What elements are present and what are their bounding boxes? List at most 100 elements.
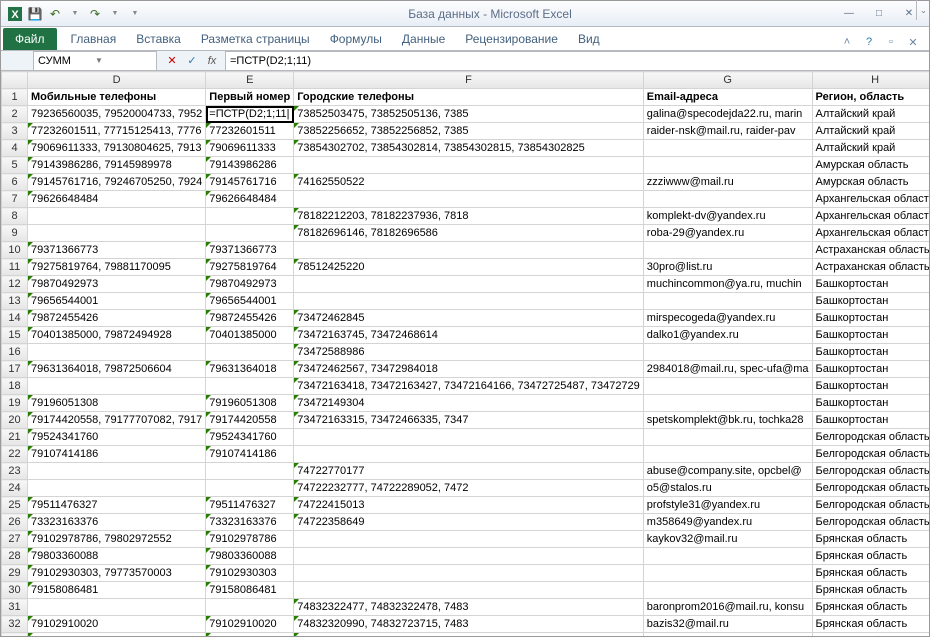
cell[interactable]: profstyle31@yandex.ru: [643, 497, 812, 514]
cell[interactable]: 73472163315, 73472466335, 7347: [294, 412, 644, 429]
row-header[interactable]: 25: [2, 497, 28, 514]
column-header[interactable]: E: [206, 72, 294, 89]
cell[interactable]: 79102930303: [206, 565, 294, 582]
cell[interactable]: spetskomplekt@bk.ru, tochka28: [643, 412, 812, 429]
cell[interactable]: Архангельская область: [812, 208, 929, 225]
cell[interactable]: 79158086481: [206, 582, 294, 599]
cell[interactable]: Белгородская область: [812, 446, 929, 463]
undo-dropdown-icon[interactable]: ▼: [67, 6, 83, 22]
cell[interactable]: Амурская область: [812, 157, 929, 174]
cell[interactable]: 79275819764: [206, 259, 294, 276]
cell[interactable]: 74722232777, 74722289052, 7472: [294, 480, 644, 497]
select-all-cell[interactable]: [2, 72, 28, 89]
cell[interactable]: 74162550522: [294, 174, 644, 191]
cell[interactable]: 73472163418, 73472163427, 73472164166, 7…: [294, 378, 644, 395]
cell[interactable]: [643, 293, 812, 310]
formula-expand-icon[interactable]: ⌄: [916, 0, 930, 20]
row-header[interactable]: 32: [2, 616, 28, 633]
row-header[interactable]: 5: [2, 157, 28, 174]
undo-icon[interactable]: ↶: [47, 6, 63, 22]
cell[interactable]: 79145761716, 79246705250, 7924: [28, 174, 206, 191]
cell[interactable]: 74722358649: [294, 514, 644, 531]
cell[interactable]: [643, 140, 812, 157]
cell[interactable]: Брянская область: [812, 565, 929, 582]
cell[interactable]: 73854302702, 73854302814, 73854302815, 7…: [294, 140, 644, 157]
cell[interactable]: Башкортостан: [812, 276, 929, 293]
row-header[interactable]: 20: [2, 412, 28, 429]
cell[interactable]: 73852256652, 73852256852, 7385: [294, 123, 644, 140]
cell[interactable]: [28, 480, 206, 497]
cell[interactable]: abuse@company.site, opcbel@: [643, 463, 812, 480]
save-icon[interactable]: 💾: [27, 6, 43, 22]
cell[interactable]: [206, 378, 294, 395]
cell[interactable]: Астраханская область: [812, 259, 929, 276]
cell[interactable]: 79069611333: [206, 140, 294, 157]
row-header[interactable]: 8: [2, 208, 28, 225]
cell[interactable]: 79107414186: [28, 446, 206, 463]
cell[interactable]: Брянская область: [812, 548, 929, 565]
help-icon[interactable]: ?: [861, 34, 877, 50]
formula-cancel-button[interactable]: ✕: [163, 52, 181, 70]
cell[interactable]: 73472462845: [294, 310, 644, 327]
cell[interactable]: 79236560035, 79520004733, 7952: [28, 106, 206, 123]
cell[interactable]: [643, 242, 812, 259]
cell[interactable]: 77232601511, 77715125413, 7776: [28, 123, 206, 140]
row-header[interactable]: 6: [2, 174, 28, 191]
cell[interactable]: Башкортостан: [812, 395, 929, 412]
worksheet-grid[interactable]: DEFGHI1Мобильные телефоныПервый номерГор…: [1, 71, 929, 636]
cell[interactable]: Астраханская область: [812, 242, 929, 259]
cell[interactable]: galina@specodejda22.ru, marin: [643, 106, 812, 123]
cell[interactable]: [643, 446, 812, 463]
window-restore-icon[interactable]: ▫: [883, 34, 899, 50]
cell[interactable]: [28, 599, 206, 616]
cell[interactable]: 79803360088: [206, 548, 294, 565]
ribbon-tab[interactable]: Формулы: [320, 28, 392, 50]
cell[interactable]: [206, 463, 294, 480]
cell[interactable]: 79174420558: [206, 412, 294, 429]
row-header[interactable]: 28: [2, 548, 28, 565]
name-box[interactable]: СУММ ▼: [33, 51, 157, 71]
cell[interactable]: 79371366773: [28, 242, 206, 259]
column-header[interactable]: H: [812, 72, 929, 89]
cell[interactable]: zzziwww@mail.ru: [643, 174, 812, 191]
cell[interactable]: o5@stalos.ru: [643, 480, 812, 497]
row-header[interactable]: 10: [2, 242, 28, 259]
header-cell[interactable]: Городские телефоны: [294, 89, 644, 106]
row-header[interactable]: 1: [2, 89, 28, 106]
row-header[interactable]: 11: [2, 259, 28, 276]
cell[interactable]: roba-29@yandex.ru: [643, 225, 812, 242]
cell[interactable]: 73323163376: [28, 514, 206, 531]
ribbon-tab[interactable]: Данные: [392, 28, 455, 50]
cell[interactable]: 79626648484: [206, 191, 294, 208]
cell[interactable]: [643, 565, 812, 582]
cell[interactable]: [294, 191, 644, 208]
cell[interactable]: 74832322477, 74832322478, 7483: [294, 599, 644, 616]
cell[interactable]: Белгородская область: [812, 497, 929, 514]
row-header[interactable]: 31: [2, 599, 28, 616]
minimize-button[interactable]: —: [837, 6, 861, 22]
cell[interactable]: 79102910020: [206, 616, 294, 633]
qat-customize-icon[interactable]: ▼: [127, 6, 143, 22]
row-header[interactable]: 14: [2, 310, 28, 327]
cell[interactable]: 79872455426: [28, 310, 206, 327]
cell[interactable]: [294, 565, 644, 582]
cell[interactable]: [643, 378, 812, 395]
cell[interactable]: 79158086481: [28, 582, 206, 599]
cell[interactable]: [643, 548, 812, 565]
row-header[interactable]: 30: [2, 582, 28, 599]
cell[interactable]: 79102978786, 79802972552: [28, 531, 206, 548]
row-header[interactable]: 17: [2, 361, 28, 378]
cell[interactable]: [643, 344, 812, 361]
column-header[interactable]: F: [294, 72, 644, 89]
ribbon-minimize-icon[interactable]: ˄: [839, 34, 855, 50]
header-cell[interactable]: Email-адреса: [643, 89, 812, 106]
cell[interactable]: 73852503475, 73852505136, 7385: [294, 106, 644, 123]
row-header[interactable]: 12: [2, 276, 28, 293]
formula-accept-button[interactable]: ✓: [183, 52, 201, 70]
cell[interactable]: 79511476327: [28, 497, 206, 514]
cell[interactable]: 79803360088: [28, 548, 206, 565]
cell[interactable]: 77232601511: [206, 123, 294, 140]
cell[interactable]: [28, 208, 206, 225]
cell[interactable]: 79511476327: [206, 497, 294, 514]
cell[interactable]: raider-nsk@mail.ru, raider-pav: [643, 123, 812, 140]
